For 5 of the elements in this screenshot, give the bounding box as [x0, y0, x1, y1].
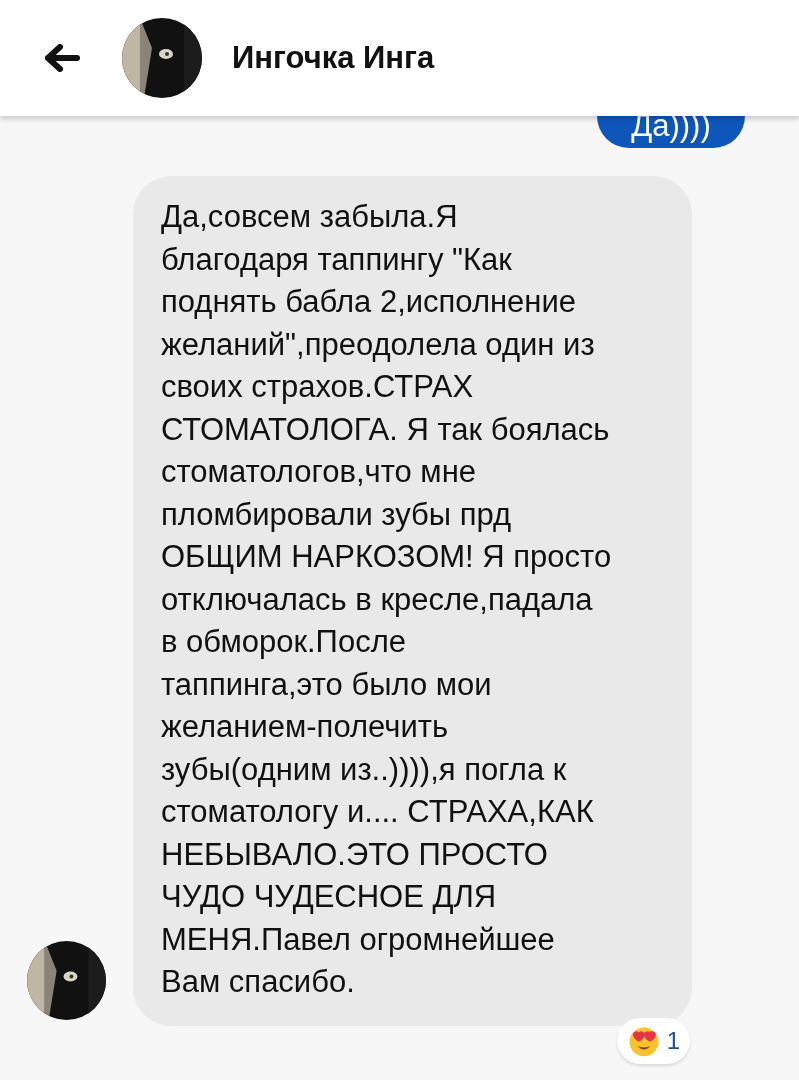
message-text: Да,совсем забыла.Я благодаря таппингу "Как поднять бабла 2,исполнение желаний",преодолела один из своих страхов.СТРАХ СТОМАТОЛОГА. Я так боялась стоматологов,что мне пломбировали зубы прд ОБЩИМ НАРКОЗОМ! Я просто отключалась в кресле,падала в обморок.После таппинга,это было мои желанием-полечить зубы(одним из..)))),я погла к стоматологу и.... СТРАХА,КАК НЕБЫВАЛО.ЭТО ПРОСТО ЧУДО ЧУДЕСНОЕ ДЛЯ МЕНЯ.Павел огромнейшее Вам спасибо. — [161, 198, 613, 1001]
back-arrow-icon[interactable] — [44, 44, 80, 72]
contact-name: Ингочка Инга — [232, 40, 435, 76]
reaction-badge[interactable]: 1 — [616, 1017, 690, 1064]
reaction-count: 1 — [666, 1026, 680, 1055]
